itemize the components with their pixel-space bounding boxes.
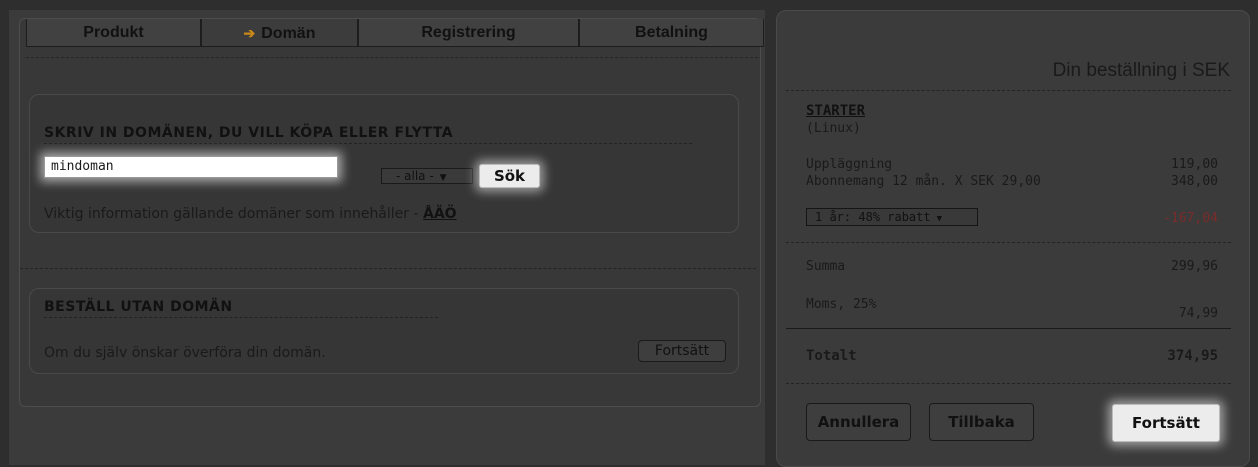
chevron-down-icon: ▼	[936, 214, 943, 224]
subscription-value: 348,00	[1171, 174, 1218, 189]
vat-label: Moms, 25%	[806, 297, 877, 312]
tab-label: Betalning	[635, 24, 708, 41]
domain-search-title: SKRIV IN DOMÄNEN, DU VILL KÖPA ELLER FLY…	[44, 125, 692, 144]
total-divider	[786, 328, 1231, 329]
setup-fee-value: 119,00	[1171, 157, 1218, 172]
product-subtitle: (Linux)	[806, 121, 861, 136]
domain-info-text: Viktig information gällande domäner som …	[44, 206, 457, 222]
chevron-down-icon: ▼	[439, 173, 447, 183]
step-tabs: Produkt ➔ Domän Registrering Betalning	[26, 19, 764, 47]
discount-select[interactable]: 1 år: 48% rabatt ▼	[806, 208, 978, 226]
tab-doman[interactable]: ➔ Domän	[201, 19, 358, 47]
product-name-link[interactable]: STARTER	[806, 103, 865, 119]
tab-label: Registrering	[421, 24, 516, 41]
special-chars-link[interactable]: ÅÄÖ	[423, 206, 457, 222]
arrow-right-icon: ➔	[243, 25, 256, 41]
tld-select[interactable]: - alla - ▼	[381, 168, 473, 184]
order-divider	[786, 242, 1231, 243]
continue-button[interactable]: Fortsätt	[1112, 404, 1220, 442]
tab-label: Domän	[261, 25, 316, 42]
discount-select-value: 1 år: 48% rabatt	[815, 210, 931, 224]
no-domain-continue-button[interactable]: Fortsätt	[638, 340, 726, 362]
domain-input[interactable]: mindoman	[44, 156, 338, 178]
no-domain-title: BESTÄLL UTAN DOMÄN	[44, 299, 438, 318]
tld-select-value: - alla -	[396, 169, 434, 183]
order-divider	[786, 383, 1231, 384]
order-divider	[786, 90, 1231, 91]
tab-registrering[interactable]: Registrering	[358, 19, 579, 47]
tab-betalning[interactable]: Betalning	[579, 19, 764, 47]
tab-divider	[26, 57, 758, 58]
back-button[interactable]: Tillbaka	[929, 403, 1034, 441]
domain-step-frame: Produkt ➔ Domän Registrering Betalning	[9, 10, 765, 465]
tab-produkt[interactable]: Produkt	[26, 19, 201, 47]
cancel-button[interactable]: Annullera	[806, 403, 911, 441]
total-value: 374,95	[1167, 348, 1218, 364]
domain-info-label: Viktig information gällande domäner som …	[44, 206, 423, 222]
vat-value: 74,99	[1178, 306, 1218, 321]
setup-fee-label: Uppläggning	[806, 157, 893, 172]
tab-label: Produkt	[83, 24, 144, 41]
discount-value: -167,04	[1163, 211, 1218, 226]
order-heading: Din beställning i SEK	[1052, 60, 1230, 81]
sum-label: Summa	[806, 259, 846, 274]
subscription-label: Abonnemang 12 mån. X SEK 29,00	[806, 174, 1041, 189]
search-button[interactable]: Sök	[479, 164, 540, 188]
no-domain-text: Om du själv önskar överföra din domän.	[44, 345, 326, 361]
sum-value: 299,96	[1171, 259, 1218, 274]
section-divider	[20, 268, 756, 269]
total-label: Totalt	[806, 348, 857, 364]
